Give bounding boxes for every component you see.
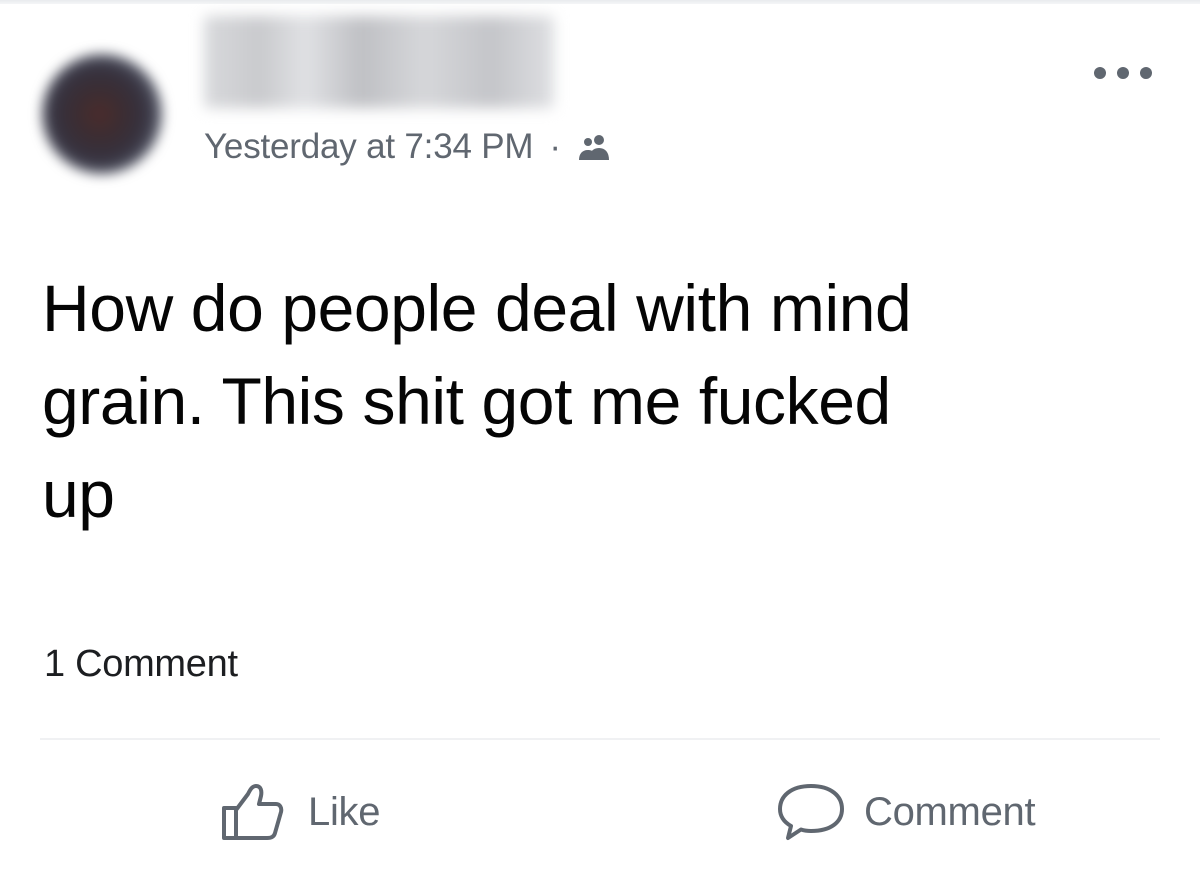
comments-count-link[interactable]: 1 Comment (44, 640, 238, 688)
post-body-text: How do people deal with mind grain. This… (42, 271, 912, 531)
more-options-dot-icon (1117, 67, 1129, 79)
post-header: Yesterday at 7:34 PM · (0, 0, 1200, 220)
comment-bubble-icon (776, 781, 846, 843)
thumbs-up-icon (218, 782, 286, 842)
post-actions: Like Comment (0, 762, 1200, 862)
meta-separator: · (549, 127, 561, 166)
author-name-redacted[interactable] (204, 16, 554, 108)
like-label: Like (308, 790, 381, 834)
actions-divider (40, 738, 1160, 740)
facebook-post: Yesterday at 7:34 PM · How do people dea… (0, 0, 1200, 886)
more-options-button[interactable] (1094, 58, 1152, 88)
friends-icon[interactable] (575, 132, 615, 164)
post-timestamp[interactable]: Yesterday at 7:34 PM (204, 127, 534, 167)
comment-label: Comment (864, 790, 1036, 834)
comment-button[interactable]: Comment (776, 781, 1036, 843)
author-avatar[interactable] (42, 54, 162, 174)
like-button[interactable]: Like (218, 782, 380, 842)
more-options-dot-icon (1140, 67, 1152, 79)
more-options-dot-icon (1094, 67, 1106, 79)
post-meta: Yesterday at 7:34 PM · (204, 126, 615, 168)
